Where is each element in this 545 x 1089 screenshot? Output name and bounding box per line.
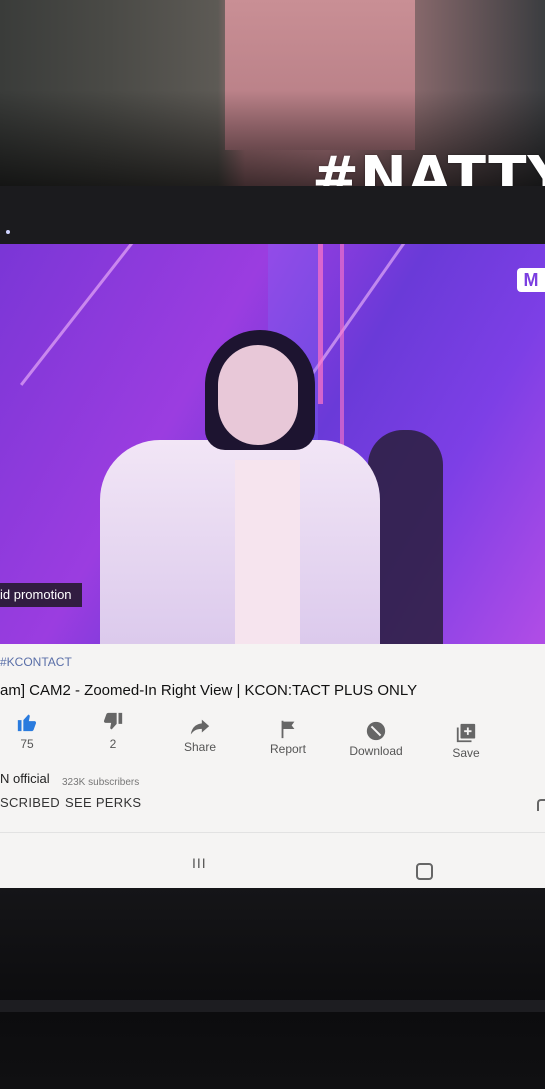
light-beam bbox=[318, 244, 323, 404]
desk-edge bbox=[0, 1000, 545, 1012]
subscribed-button[interactable]: SCRIBED bbox=[0, 795, 60, 810]
paid-promotion-badge: id promotion bbox=[0, 583, 82, 607]
download-icon bbox=[366, 721, 386, 741]
light-beam bbox=[20, 244, 134, 386]
download-label: Download bbox=[349, 744, 403, 758]
download-button[interactable]: Download bbox=[341, 720, 411, 758]
video-title[interactable]: am] CAM2 - Zoomed-In Right View | KCON:T… bbox=[0, 682, 417, 699]
tablet-bottom-bezel bbox=[0, 888, 545, 1089]
channel-name[interactable]: N official bbox=[0, 771, 50, 786]
dislike-button[interactable]: 2 bbox=[78, 711, 148, 751]
like-count: 75 bbox=[20, 737, 34, 751]
notification-bell-icon[interactable] bbox=[537, 799, 545, 811]
hashtag-link[interactable]: #KCONTACT bbox=[0, 655, 72, 669]
singer-top bbox=[235, 460, 300, 650]
save-icon bbox=[456, 723, 476, 743]
share-button[interactable]: Share bbox=[165, 716, 235, 754]
thumbs-down-icon bbox=[103, 712, 123, 730]
divider bbox=[0, 832, 545, 833]
singer-face bbox=[218, 345, 298, 445]
thumbs-up-icon bbox=[17, 714, 37, 732]
share-label: Share bbox=[183, 740, 217, 754]
save-button[interactable]: Save bbox=[431, 722, 501, 760]
light-beam bbox=[340, 244, 344, 454]
report-button[interactable]: Report bbox=[253, 718, 323, 756]
channel-watermark-logo: M bbox=[517, 268, 545, 292]
subscriber-count: 323K subscribers bbox=[62, 777, 140, 788]
share-icon bbox=[190, 719, 210, 735]
tablet-bezel bbox=[0, 186, 545, 248]
home-button[interactable] bbox=[416, 863, 433, 880]
video-info-panel bbox=[0, 644, 545, 890]
recent-apps-button[interactable]: III bbox=[192, 855, 207, 871]
see-perks-button[interactable]: SEE PERKS bbox=[65, 795, 141, 810]
report-label: Report bbox=[269, 742, 307, 756]
flag-icon bbox=[281, 720, 295, 739]
front-camera-dot bbox=[6, 230, 10, 234]
save-label: Save bbox=[452, 746, 480, 760]
dislike-count: 2 bbox=[109, 737, 117, 751]
like-button[interactable]: 75 bbox=[0, 711, 62, 751]
